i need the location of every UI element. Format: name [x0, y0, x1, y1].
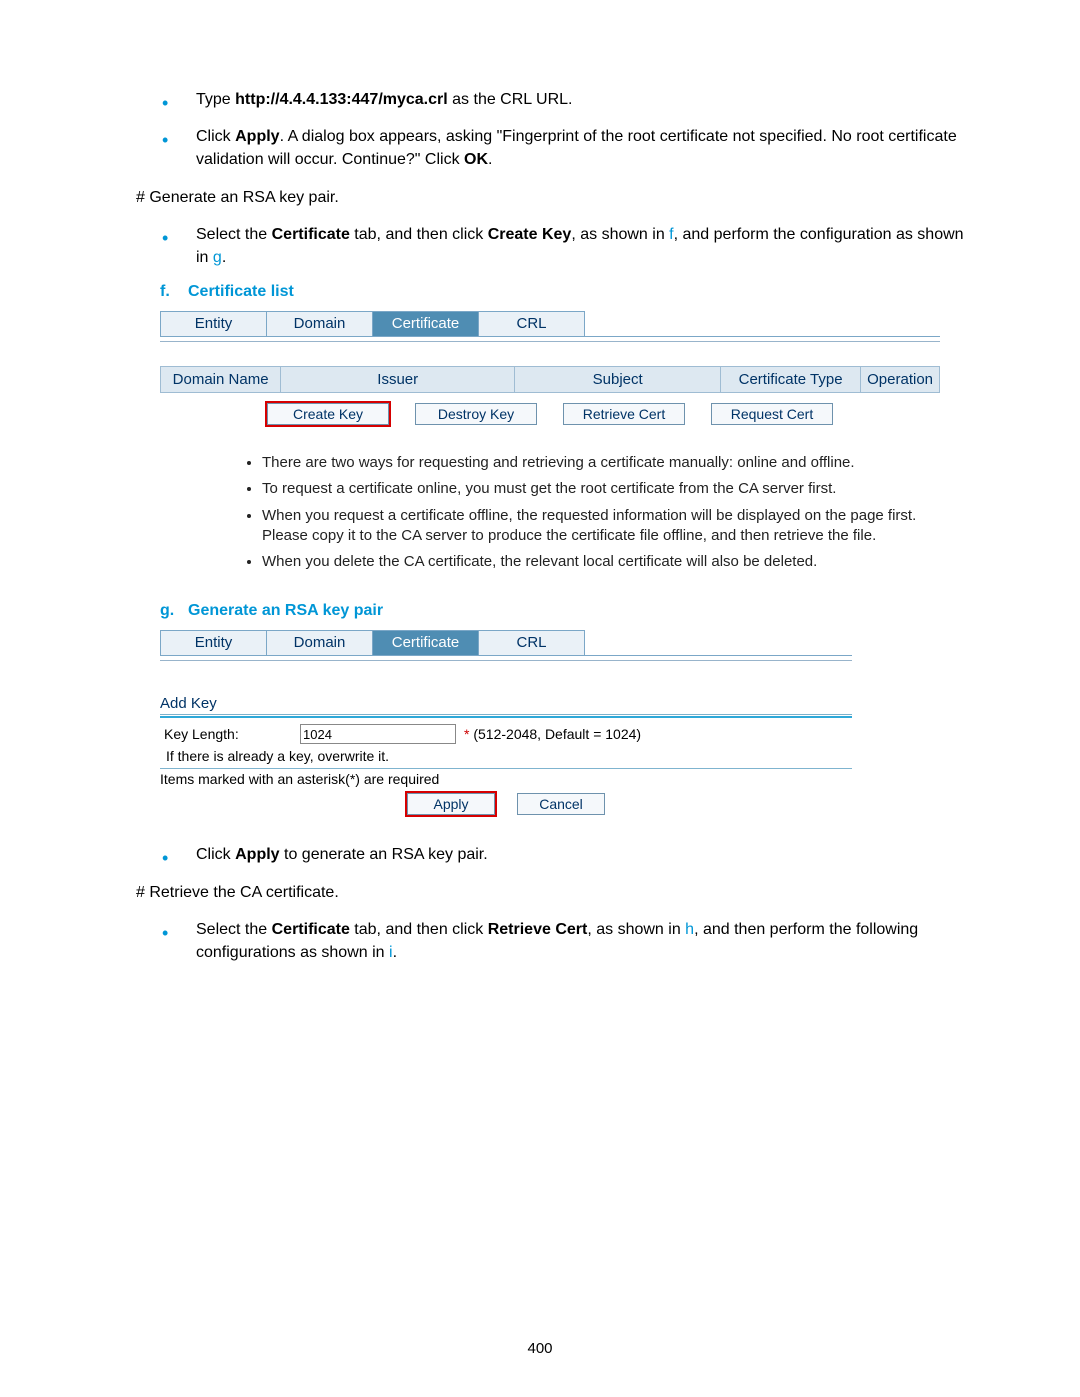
certificate-buttons: Create Key Destroy Key Retrieve Cert Req… — [160, 403, 940, 425]
bullet-select-certificate: Select the Certificate tab, and then cli… — [162, 223, 980, 269]
tab-domain[interactable]: Domain — [266, 630, 373, 656]
text: Create Key — [488, 226, 572, 243]
certificate-notes: There are two ways for requesting and re… — [202, 453, 940, 572]
tab-certificate[interactable]: Certificate — [372, 311, 479, 337]
create-key-button[interactable]: Create Key — [267, 403, 389, 425]
text: , as shown in — [587, 921, 685, 938]
text: Certificate — [272, 226, 350, 243]
figure-g-generate-rsa: Entity Domain Certificate CRL Add Key Ke… — [160, 630, 852, 815]
key-length-input[interactable] — [300, 724, 456, 744]
tab-crl[interactable]: CRL — [478, 630, 585, 656]
bullet-select-retrieve: Select the Certificate tab, and then cli… — [162, 918, 980, 964]
text: . A dialog box appears, asking "Fingerpr… — [196, 128, 957, 168]
text: to generate an RSA key pair. — [280, 846, 488, 863]
tab-spacer — [584, 630, 852, 656]
text: , as shown in — [571, 226, 669, 243]
crl-url-value: http://4.4.4.133:447/myca.crl — [235, 91, 448, 108]
text: Select the — [196, 226, 272, 243]
caption-title: Generate an RSA key pair — [188, 602, 383, 619]
note-item: When you delete the CA certificate, the … — [262, 552, 940, 572]
text: . — [488, 151, 492, 168]
tab-bar-g: Entity Domain Certificate CRL — [160, 630, 852, 656]
figure-f-certificate-list: Entity Domain Certificate CRL Domain Nam… — [160, 311, 940, 572]
note-item: There are two ways for requesting and re… — [262, 453, 940, 473]
retrieve-cert-button[interactable]: Retrieve Cert — [563, 403, 685, 425]
key-length-row: Key Length: * (512-2048, Default = 1024) — [160, 718, 852, 748]
note-item: To request a certificate online, you mus… — [262, 479, 940, 499]
page-number: 400 — [0, 1340, 1080, 1357]
tab-domain[interactable]: Domain — [266, 311, 373, 337]
text: . — [222, 249, 226, 266]
add-key-heading: Add Key — [160, 695, 852, 712]
ok-label: OK — [464, 151, 488, 168]
ref-g: g — [213, 249, 222, 266]
key-length-hint: * (512-2048, Default = 1024) — [464, 726, 641, 742]
request-cert-button[interactable]: Request Cert — [711, 403, 833, 425]
text: . — [393, 944, 397, 961]
col-certificate-type: Certificate Type — [721, 367, 861, 393]
text: Click — [196, 846, 235, 863]
text: tab, and then click — [350, 226, 488, 243]
step-retrieve-ca: # Retrieve the CA certificate. — [136, 881, 980, 904]
caption-letter: f. — [160, 283, 188, 301]
text: Retrieve Cert — [488, 921, 588, 938]
caption-title: Certificate list — [188, 283, 294, 300]
bullet-list-retrieve: Select the Certificate tab, and then cli… — [100, 918, 980, 964]
note-item: When you request a certificate offline, … — [262, 506, 940, 547]
ref-h: h — [685, 921, 694, 938]
bullet-list-apply: Click Apply to generate an RSA key pair. — [100, 843, 980, 866]
tab-certificate[interactable]: Certificate — [372, 630, 479, 656]
text: tab, and then click — [350, 921, 488, 938]
text: Select the — [196, 921, 272, 938]
text: as the CRL URL. — [448, 91, 573, 108]
caption-f: f.Certificate list — [160, 283, 980, 301]
destroy-key-button[interactable]: Destroy Key — [415, 403, 537, 425]
tab-bar-f: Entity Domain Certificate CRL — [160, 311, 940, 337]
caption-g: g.Generate an RSA key pair — [160, 602, 980, 620]
text: Apply — [235, 846, 279, 863]
text: Click — [196, 128, 235, 145]
overwrite-note: If there is already a key, overwrite it. — [160, 748, 852, 769]
bullet-list-top: Type http://4.4.4.133:447/myca.crl as th… — [100, 88, 980, 172]
col-domain-name: Domain Name — [161, 367, 281, 393]
apply-label: Apply — [235, 128, 279, 145]
step-generate-rsa: # Generate an RSA key pair. — [136, 186, 980, 209]
tab-entity[interactable]: Entity — [160, 311, 267, 337]
text: Type — [196, 91, 235, 108]
caption-letter: g. — [160, 602, 188, 620]
apply-button[interactable]: Apply — [407, 793, 495, 815]
bullet-list-select-cert: Select the Certificate tab, and then cli… — [100, 223, 980, 269]
bullet-click-apply: Click Apply to generate an RSA key pair. — [162, 843, 980, 866]
add-key-buttons: Apply Cancel — [160, 793, 852, 815]
col-operation: Operation — [861, 367, 940, 393]
col-issuer: Issuer — [281, 367, 515, 393]
bullet-click-apply-ok: Click Apply. A dialog box appears, askin… — [162, 125, 980, 171]
key-length-label: Key Length: — [164, 726, 300, 742]
required-note: Items marked with an asterisk(*) are req… — [160, 771, 852, 787]
cancel-button[interactable]: Cancel — [517, 793, 605, 815]
tab-spacer — [584, 311, 940, 337]
col-subject: Subject — [515, 367, 721, 393]
bullet-crl-url: Type http://4.4.4.133:447/myca.crl as th… — [162, 88, 980, 111]
text: Certificate — [272, 921, 350, 938]
certificate-table: Domain Name Issuer Subject Certificate T… — [160, 366, 940, 393]
tab-entity[interactable]: Entity — [160, 630, 267, 656]
tab-crl[interactable]: CRL — [478, 311, 585, 337]
